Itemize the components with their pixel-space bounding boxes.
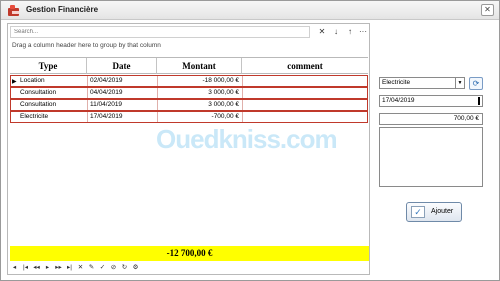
search-input[interactable]	[10, 26, 310, 38]
search-toolbar: ✕ ↓ ↑ ···	[10, 26, 369, 40]
total-summary-bar: -12 700,00 €	[10, 246, 369, 261]
app-logo-icon	[8, 5, 19, 16]
nav-post-icon[interactable]: ✓	[98, 263, 107, 273]
cell-comment[interactable]	[243, 88, 368, 98]
cell-date[interactable]: 11/04/2019	[88, 100, 158, 110]
type-select[interactable]: Electricite ▼	[379, 77, 465, 89]
type-select-value: Electricite	[382, 79, 411, 86]
text-caret	[478, 97, 480, 105]
column-header-type[interactable]: Type	[10, 58, 87, 74]
comment-field[interactable]	[379, 127, 483, 187]
title-bar: Gestion Financière ✕	[1, 1, 499, 20]
cell-comment[interactable]	[243, 100, 368, 110]
search-previous-icon[interactable]: ↑	[344, 26, 356, 38]
cell-comment[interactable]	[243, 112, 368, 122]
cell-amount[interactable]: 3 000,00 €	[158, 88, 243, 98]
add-button[interactable]: ✓ Ajouter	[406, 202, 462, 222]
cell-amount[interactable]: 3 000,00 €	[158, 100, 243, 110]
refresh-icon: ⟳	[472, 79, 480, 88]
watermark-logo: Ouedkniss.com	[156, 124, 338, 154]
nav-next-icon[interactable]: ▸	[43, 263, 52, 273]
nav-edit-icon[interactable]: ✎	[87, 263, 96, 273]
cell-type[interactable]: Location	[18, 76, 88, 86]
cell-date[interactable]: 04/04/2019	[88, 88, 158, 98]
nav-prev-page-icon[interactable]: ◂	[10, 263, 19, 273]
group-panel-hint[interactable]: Drag a column header here to group by th…	[12, 42, 161, 49]
nav-last-icon[interactable]: ▸|	[65, 263, 74, 273]
cell-type[interactable]: Consultation	[18, 88, 88, 98]
column-header-date[interactable]: Date	[87, 58, 157, 74]
app-window: Gestion Financière ✕ ✕ ↓ ↑ ··· Drag a co…	[0, 0, 500, 281]
refresh-types-button[interactable]: ⟳	[469, 77, 483, 90]
cell-date[interactable]: 02/04/2019	[88, 76, 158, 86]
clear-search-icon[interactable]: ✕	[316, 26, 328, 38]
nav-refresh-icon[interactable]: ↻	[120, 263, 129, 273]
checkmark-icon: ✓	[411, 206, 425, 218]
nav-delete-icon[interactable]: ✕	[76, 263, 85, 273]
cell-comment[interactable]	[243, 76, 368, 86]
add-button-label: Ajouter	[431, 208, 454, 215]
cell-amount[interactable]: -700,00 €	[158, 112, 243, 122]
nav-settings-icon[interactable]: ⚙	[131, 263, 140, 273]
search-next-icon[interactable]: ↓	[330, 26, 342, 38]
column-header-amount[interactable]: Montant	[157, 58, 242, 74]
table-row[interactable]: Consultation 04/04/2019 3 000,00 €	[10, 87, 368, 99]
cell-date[interactable]: 17/04/2019	[88, 112, 158, 122]
more-options-icon[interactable]: ···	[357, 26, 369, 38]
cell-type[interactable]: Electricite	[18, 112, 88, 122]
nav-previous-icon[interactable]: ◂◂	[32, 263, 41, 273]
date-field[interactable]: 17/04/2019	[379, 95, 483, 107]
table-row[interactable]: Electricite 17/04/2019 -700,00 €	[10, 111, 368, 123]
table-row[interactable]: ▶ Location 02/04/2019 -18 000,00 €	[10, 75, 368, 87]
total-amount: -12 700,00 €	[166, 248, 213, 258]
nav-first-icon[interactable]: |◂	[21, 263, 30, 273]
close-button[interactable]: ✕	[481, 4, 494, 16]
amount-field[interactable]: 700,00 €	[379, 113, 483, 125]
nav-cancel-icon[interactable]: ⊘	[109, 263, 118, 273]
cell-type[interactable]: Consultation	[18, 100, 88, 110]
nav-next-page-icon[interactable]: ▸▸	[54, 263, 63, 273]
date-field-value: 17/04/2019	[382, 97, 415, 104]
cell-amount[interactable]: -18 000,00 €	[158, 76, 243, 86]
record-navigator: ◂ |◂ ◂◂ ▸ ▸▸ ▸| ✕ ✎ ✓ ⊘ ↻ ⚙	[10, 263, 369, 273]
window-title: Gestion Financière	[26, 5, 99, 14]
chevron-down-icon[interactable]: ▼	[455, 78, 464, 88]
column-header-comment[interactable]: comment	[242, 58, 368, 74]
current-row-indicator-icon: ▶	[12, 79, 17, 85]
table-row[interactable]: Consultation 11/04/2019 3 000,00 €	[10, 99, 368, 111]
